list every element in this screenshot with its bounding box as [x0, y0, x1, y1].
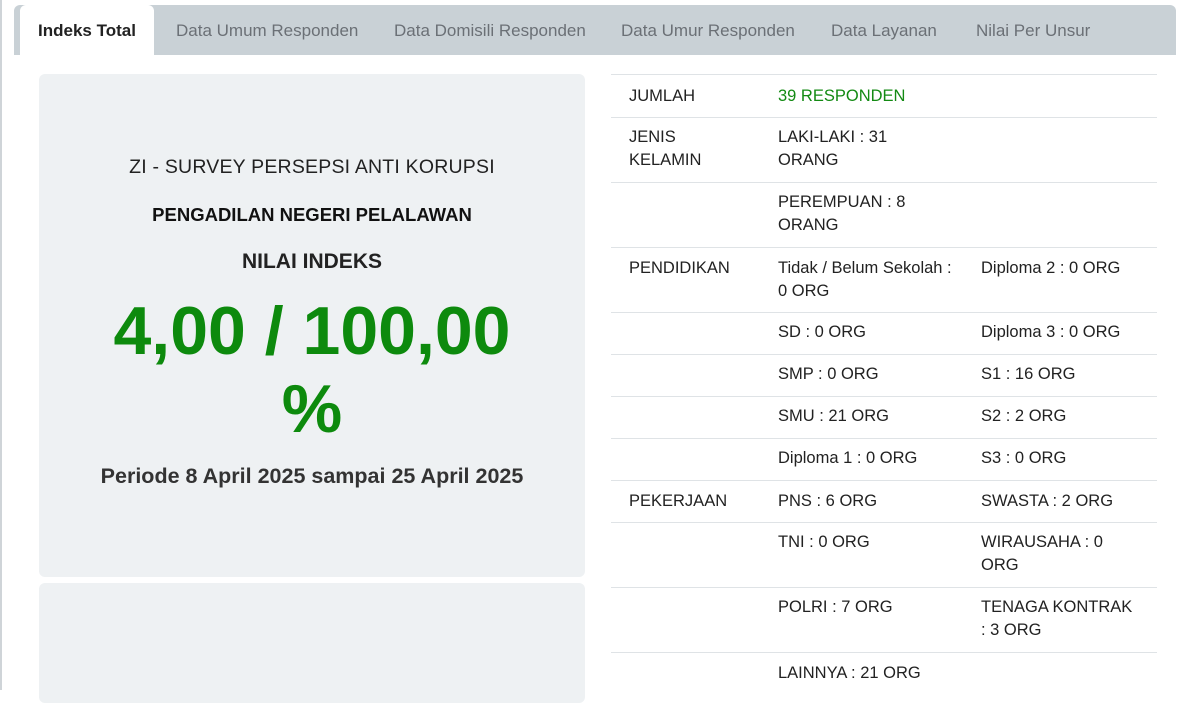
- tab-bar: Indeks Total Data Umum Responden Data Do…: [14, 5, 1176, 55]
- index-summary-card: ZI - SURVEY PERSEPSI ANTI KORUPSI PENGAD…: [39, 74, 585, 577]
- job-item: SWASTA : 2 ORG: [981, 492, 1114, 510]
- job-item: TNI : 0 ORG: [778, 533, 870, 551]
- education-item: S3 : 0 ORG: [981, 449, 1067, 467]
- education-item: Tidak / Belum Sekolah : 0 ORG: [778, 259, 952, 300]
- education-item: SD : 0 ORG: [778, 323, 867, 341]
- tab-data-domisili-responden[interactable]: Data Domisili Responden: [394, 5, 586, 55]
- total-label: JUMLAH: [629, 87, 696, 105]
- job-item: PNS : 6 ORG: [778, 492, 878, 510]
- job-item: POLRI : 7 ORG: [778, 598, 893, 616]
- education-item: Diploma 3 : 0 ORG: [981, 323, 1121, 341]
- female-count: PEREMPUAN : 8 ORANG: [778, 193, 906, 234]
- table-row: JENIS KELAMIN LAKI-LAKI : 31 ORANG: [611, 117, 1157, 182]
- secondary-card: [39, 583, 585, 703]
- gender-label: JENIS KELAMIN: [629, 128, 702, 169]
- table-row: SMU : 21 ORG S2 : 2 ORG: [611, 396, 1157, 438]
- job-item: WIRAUSAHA : 0 ORG: [981, 533, 1103, 574]
- tab-data-layanan[interactable]: Data Layanan: [831, 5, 937, 55]
- male-count: LAKI-LAKI : 31 ORANG: [778, 128, 888, 169]
- table-row: SD : 0 ORG Diploma 3 : 0 ORG: [611, 312, 1157, 354]
- education-label: PENDIDIKAN: [629, 259, 730, 277]
- court-name: PENGADILAN NEGERI PELALAWAN: [152, 204, 472, 225]
- education-item: SMP : 0 ORG: [778, 365, 879, 383]
- education-item: S1 : 16 ORG: [981, 365, 1076, 383]
- table-row: SMP : 0 ORG S1 : 16 ORG: [611, 354, 1157, 396]
- index-label: NILAI INDEKS: [241, 250, 382, 273]
- tab-nilai-per-unsur[interactable]: Nilai Per Unsur: [976, 5, 1090, 55]
- job-item: TENAGA KONTRAK : 3 ORG: [981, 598, 1133, 639]
- education-item: SMU : 21 ORG: [778, 407, 889, 425]
- education-item: Diploma 1 : 0 ORG: [778, 449, 918, 467]
- table-row: Diploma 1 : 0 ORG S3 : 0 ORG: [611, 438, 1157, 480]
- education-item: Diploma 2 : 0 ORG: [981, 259, 1121, 277]
- table-row: PENDIDIKAN Tidak / Belum Sekolah : 0 ORG…: [611, 247, 1157, 312]
- window-left-border: [0, 0, 2, 690]
- tab-data-umum-responden[interactable]: Data Umum Responden: [176, 5, 358, 55]
- education-item: S2 : 2 ORG: [981, 407, 1067, 425]
- table-row: TNI : 0 ORG WIRAUSAHA : 0 ORG: [611, 522, 1157, 587]
- job-item: LAINNYA : 21 ORG: [778, 664, 921, 682]
- table-row: JUMLAH 39 RESPONDEN: [611, 74, 1157, 117]
- table-row: LAINNYA : 21 ORG: [611, 652, 1157, 695]
- total-value: 39 RESPONDEN: [778, 87, 906, 105]
- table-row: PEKERJAAN PNS : 6 ORG SWASTA : 2 ORG: [611, 480, 1157, 522]
- tab-indeks-total[interactable]: Indeks Total: [20, 5, 154, 55]
- index-value: 4,00 / 100,00 %: [113, 293, 511, 447]
- survey-period: Periode 8 April 2025 sampai 25 April 202…: [100, 464, 524, 488]
- tab-data-umur-responden[interactable]: Data Umur Responden: [621, 5, 795, 55]
- survey-title: ZI - SURVEY PERSEPSI ANTI KORUPSI: [129, 156, 495, 178]
- respondent-table: JUMLAH 39 RESPONDEN JENIS KELAMIN LAKI-L…: [611, 74, 1157, 695]
- table-row: POLRI : 7 ORG TENAGA KONTRAK : 3 ORG: [611, 587, 1157, 652]
- job-label: PEKERJAAN: [629, 492, 728, 510]
- table-row: PEREMPUAN : 8 ORANG: [611, 182, 1157, 247]
